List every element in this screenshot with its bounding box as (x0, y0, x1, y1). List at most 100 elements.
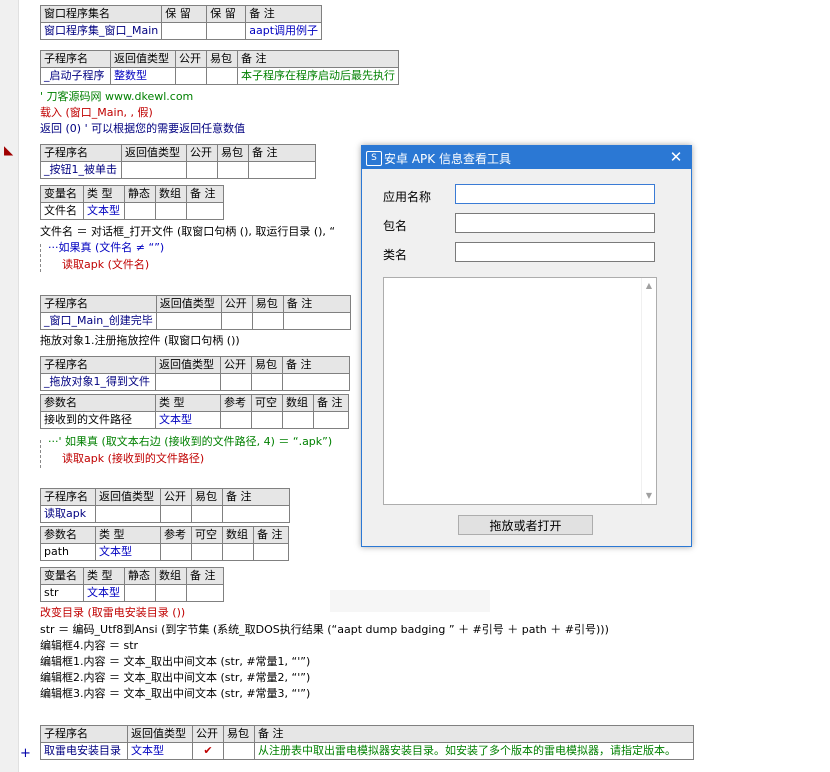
cell[interactable] (253, 543, 289, 561)
assembly-remark[interactable]: aapt调用例子 (245, 22, 323, 40)
cell[interactable] (248, 161, 316, 179)
header-cell: 备 注 (222, 488, 290, 506)
header-cell: 参考 (220, 394, 252, 412)
header-cell: 易包 (206, 50, 238, 68)
cell[interactable] (160, 505, 192, 523)
code-line[interactable]: 编辑框2.内容 ＝ 文本_取出中间文本 (str, #常量2, “'”) (40, 670, 310, 686)
cell[interactable] (155, 312, 222, 330)
param-name[interactable]: path (40, 543, 96, 561)
cell[interactable] (175, 67, 207, 85)
code-comment[interactable]: ' 刀客源码网 www.dkewl.com (40, 89, 193, 105)
code-line[interactable]: ···如果真 (文件名 ≠ “”) (48, 240, 164, 256)
cell[interactable] (155, 202, 187, 220)
sub-table-startup: 子程序名 返回值类型 公开 易包 备 注 _启动子程序 整数型 本子程序在程序启… (40, 50, 399, 85)
header-cell: 公开 (186, 144, 218, 162)
sub-name[interactable]: _窗口_Main_创建完毕 (40, 312, 157, 330)
drag-or-open-button[interactable]: 拖放或者打开 (458, 515, 593, 535)
cell[interactable] (220, 373, 252, 391)
header-cell: 公开 (160, 488, 192, 506)
cell[interactable] (155, 373, 221, 391)
header-cell: 返回值类型 (127, 725, 193, 743)
scroll-down-icon[interactable]: ▼ (644, 491, 654, 501)
class-name-field[interactable] (455, 242, 655, 262)
cell[interactable] (186, 584, 224, 602)
cell[interactable] (222, 505, 290, 523)
code-line[interactable]: 编辑框4.内容 ＝ str (40, 638, 138, 654)
cell[interactable] (155, 584, 187, 602)
dialog-titlebar[interactable]: S 安卓 APK 信息查看工具 ✕ (362, 146, 691, 169)
public-check-icon[interactable]: ✔ (192, 742, 224, 760)
cell[interactable] (191, 505, 223, 523)
cell[interactable] (186, 161, 218, 179)
code-line[interactable]: 文件名 ＝ 对话框_打开文件 (取窗口句柄 (), 取运行目录 (), “ (40, 224, 335, 240)
code-line[interactable]: 编辑框3.内容 ＝ 文本_取出中间文本 (str, #常量3, “'”) (40, 686, 310, 702)
cell[interactable] (161, 22, 208, 40)
sub-name[interactable]: _按钮1_被单击 (40, 161, 122, 179)
cell[interactable] (223, 742, 255, 760)
return-type[interactable]: 文本型 (127, 742, 193, 760)
sub-name[interactable]: 读取apk (40, 505, 96, 523)
code-line[interactable]: 改变目录 (取雷电安装目录 ()) (40, 605, 185, 621)
header-cell: 数组 (222, 526, 254, 544)
var-type[interactable]: 文本型 (83, 202, 125, 220)
return-type[interactable]: 整数型 (110, 67, 176, 85)
assembly-name[interactable]: 窗口程序集_窗口_Main (39, 22, 163, 40)
sub-name[interactable]: 取雷电安装目录 (40, 742, 128, 760)
sub-name[interactable]: _启动子程序 (40, 67, 111, 85)
code-line[interactable]: 编辑框1.内容 ＝ 文本_取出中间文本 (str, #常量1, “'”) (40, 654, 310, 670)
sub-table-read-apk: 子程序名 返回值类型 公开 易包 备 注 读取apk (40, 488, 290, 523)
param-type[interactable]: 文本型 (155, 411, 221, 429)
sub-table-window-created: 子程序名 返回值类型 公开 易包 备 注 _窗口_Main_创建完毕 (40, 295, 351, 330)
header-cell: 返回值类型 (155, 356, 221, 374)
sub-remark[interactable]: 本子程序在程序启动后最先执行 (237, 67, 399, 85)
cell[interactable] (220, 411, 252, 429)
code-line[interactable]: 拖放对象1.注册拖放控件 (取窗口句柄 ()) (40, 333, 240, 349)
vertical-scrollbar[interactable]: ▲ ▼ (641, 278, 656, 504)
header-cell: 保 留 (206, 5, 247, 23)
code-line[interactable]: str ＝ 编码_Utf8到Ansi (到字节集 (系统_取DOS执行结果 (“… (40, 622, 609, 638)
cell[interactable] (222, 543, 254, 561)
param-name[interactable]: 接收到的文件路径 (40, 411, 156, 429)
sub-remark[interactable]: 从注册表中取出雷电模拟器安装目录。如安装了多个版本的雷电模拟器，请指定版本。 (254, 742, 694, 760)
header-cell: 备 注 (248, 144, 316, 162)
label-app-name: 应用名称 (383, 190, 432, 204)
expand-plus-icon[interactable]: + (20, 746, 31, 761)
cell[interactable] (251, 312, 284, 330)
cell[interactable] (186, 202, 224, 220)
cell[interactable] (124, 202, 156, 220)
cell[interactable] (220, 312, 253, 330)
cell[interactable] (282, 411, 314, 429)
output-textarea[interactable]: ▲ ▼ (383, 277, 657, 505)
code-line[interactable]: 读取apk (接收到的文件路径) (62, 451, 204, 467)
sub-name[interactable]: _拖放对象1_得到文件 (40, 373, 156, 391)
cell[interactable] (121, 161, 187, 179)
app-name-field[interactable] (455, 184, 655, 204)
cell[interactable] (282, 312, 351, 330)
cell[interactable] (95, 505, 161, 523)
close-button[interactable]: ✕ (667, 148, 685, 166)
var-name[interactable]: 文件名 (40, 202, 84, 220)
cell[interactable] (251, 411, 283, 429)
code-line[interactable]: 读取apk (文件名) (62, 257, 149, 273)
code-line-text: 如果真 (文件名 ≠ “”) (58, 241, 165, 254)
var-name[interactable]: str (40, 584, 84, 602)
cell[interactable] (251, 373, 283, 391)
code-line[interactable]: 载入 (窗口_Main, , 假) (40, 105, 153, 121)
code-line[interactable]: ···' 如果真 (取文本右边 (接收到的文件路径, 4) ＝ “.apk”) (48, 434, 332, 450)
package-name-field[interactable] (455, 213, 655, 233)
cell[interactable] (124, 584, 156, 602)
var-type[interactable]: 文本型 (83, 584, 125, 602)
header-cell: 公开 (192, 725, 224, 743)
cell[interactable] (191, 543, 223, 561)
header-cell: 类 型 (155, 394, 221, 412)
cell[interactable] (160, 543, 192, 561)
code-line[interactable]: 返回 (0) ' 可以根据您的需要返回任意数值 (40, 121, 245, 137)
cell[interactable] (206, 67, 238, 85)
cell[interactable] (206, 22, 247, 40)
cell[interactable] (313, 411, 349, 429)
scroll-up-icon[interactable]: ▲ (644, 281, 654, 291)
param-type[interactable]: 文本型 (95, 543, 161, 561)
cell[interactable] (282, 373, 350, 391)
cell[interactable] (217, 161, 249, 179)
header-cell: 数组 (282, 394, 314, 412)
